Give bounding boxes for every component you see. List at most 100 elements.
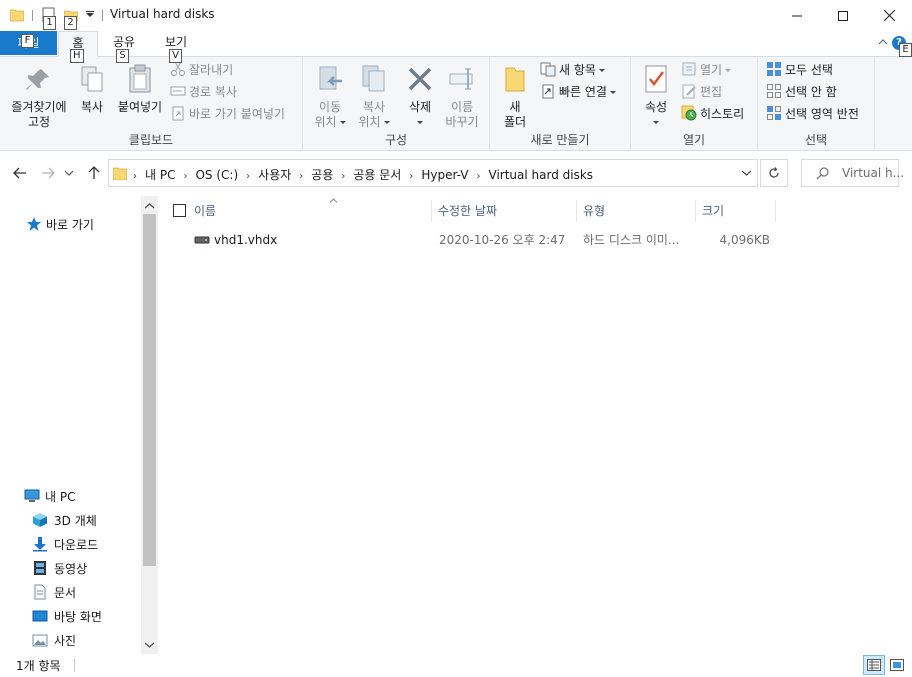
crumb-hyper-v[interactable]: Hyper-V	[421, 168, 468, 182]
delete-button[interactable]: 삭제	[403, 63, 437, 130]
select-group-label: 선택	[804, 133, 828, 147]
maximize-button[interactable]	[820, 0, 866, 31]
rename-button[interactable]: 이름 바꾸기	[441, 63, 483, 130]
column-header-modified[interactable]: 수정한 날짜	[432, 200, 577, 222]
scrollbar-thumb[interactable]	[143, 214, 156, 566]
nav-desktop-label: 바탕 화면	[54, 610, 102, 624]
close-button[interactable]	[866, 0, 912, 31]
open-button[interactable]: 열기	[681, 60, 732, 80]
chevron-up-icon[interactable]	[145, 203, 154, 209]
address-bar[interactable]: › 내 PC › OS (C:) › 사용자 › 공용 › 공용 문서 › Hyper-V › Virtu…	[108, 159, 758, 187]
keytip-file: F	[21, 34, 34, 48]
refresh-button[interactable]	[760, 159, 788, 187]
details-view-button[interactable]	[863, 655, 885, 675]
up-button[interactable]	[84, 163, 104, 183]
chevron-up-icon[interactable]	[878, 37, 888, 47]
ribbon: 즐겨찾기에 고정 복사 붙여넣기 잘라내기 경로 복사 바로 가기 붙여넣기 클…	[0, 56, 912, 151]
window-title: Virtual hard disks	[110, 7, 215, 21]
chevron-right-icon[interactable]: ›	[183, 171, 187, 182]
nav-quick-access[interactable]: 바로 가기	[26, 215, 94, 235]
pin-label-2: 고정	[27, 115, 51, 129]
status-bar: 1개 항목	[0, 654, 912, 677]
invert-selection-label: 선택 영역 반전	[785, 107, 859, 121]
copy-path-button[interactable]: 경로 복사	[170, 82, 237, 102]
nav-videos[interactable]: 동영상	[32, 559, 87, 579]
select-all-button[interactable]: 모두 선택	[766, 60, 833, 80]
column-modified-label: 수정한 날짜	[438, 204, 498, 218]
title-bar: 1 2 Virtual hard disks	[0, 0, 912, 31]
desktop-icon	[32, 610, 48, 622]
nav-pictures[interactable]: 사진	[32, 631, 76, 651]
crumb-public-documents[interactable]: 공용 문서	[353, 168, 401, 182]
crumb-drive-c[interactable]: OS (C:)	[195, 168, 238, 182]
sort-ascending-icon	[330, 198, 337, 203]
copy-button[interactable]: 복사	[76, 63, 108, 115]
column-header-name[interactable]: 이름	[188, 198, 432, 222]
file-name[interactable]: vhd1.vhdx	[214, 229, 424, 251]
large-icons-view-icon	[890, 659, 904, 671]
customize-quick-access-icon[interactable]	[86, 13, 94, 17]
pin-to-quick-access-button[interactable]: 즐겨찾기에 고정	[6, 63, 72, 130]
chevron-right-icon[interactable]: ›	[246, 171, 250, 182]
crumb-users[interactable]: 사용자	[258, 168, 291, 182]
nav-desktop[interactable]: 바탕 화면	[32, 607, 102, 627]
copy-to-button[interactable]: 복사 위치	[353, 63, 395, 130]
minimize-icon	[792, 15, 802, 16]
paste-button[interactable]: 붙여넣기	[114, 63, 166, 115]
keytip-share: S	[116, 49, 129, 63]
paste-shortcut-button[interactable]: 바로 가기 붙여넣기	[170, 104, 285, 124]
rename-icon	[449, 68, 473, 90]
chevron-right-icon[interactable]: ›	[299, 171, 303, 182]
invert-selection-button[interactable]: 선택 영역 반전	[766, 104, 859, 124]
edit-icon	[682, 84, 696, 99]
nav-3d-objects[interactable]: 3D 개체	[32, 511, 97, 531]
delete-label: 삭제	[408, 100, 432, 114]
copy-to-label-2: 위치	[358, 115, 381, 129]
new-item-icon	[540, 62, 556, 77]
recent-locations-button[interactable]	[62, 163, 76, 183]
navigation-scrollbar[interactable]	[141, 196, 158, 654]
crumb-virtual-hard-disks[interactable]: Virtual hard disks	[489, 168, 594, 182]
search-box[interactable]: Virtual h...	[801, 159, 904, 187]
minimize-button[interactable]	[774, 0, 820, 31]
new-group: 새 폴더 새 항목 빠른 연결 새로 만들기	[490, 57, 631, 151]
column-header-size[interactable]: 크기	[696, 200, 776, 222]
paste-shortcut-label: 바로 가기 붙여넣기	[189, 107, 285, 121]
new-item-button[interactable]: 새 항목	[540, 60, 605, 80]
tab-view-label: 보기	[164, 35, 188, 49]
forward-button[interactable]	[38, 163, 58, 183]
chevron-right-icon[interactable]: ›	[341, 171, 345, 182]
chevron-right-icon[interactable]: ›	[477, 171, 481, 182]
nav-this-pc[interactable]: 내 PC	[24, 487, 75, 507]
select-all-checkbox[interactable]	[173, 204, 186, 217]
organize-group: 이동 위치 복사 위치 삭제 이름 바꾸기 구성	[303, 57, 490, 151]
refresh-icon	[769, 167, 779, 178]
computer-icon	[24, 489, 40, 502]
file-row[interactable]: vhd1.vhdx 2020-10-26 오후 2:47 하드 디스크 이미..…	[158, 229, 912, 251]
properties-button[interactable]: 속성	[639, 63, 673, 130]
chevron-right-icon[interactable]: ›	[133, 171, 137, 182]
easy-access-button[interactable]: 빠른 연결	[540, 82, 616, 102]
crumb-this-pc[interactable]: 내 PC	[145, 168, 175, 182]
nav-documents[interactable]: 문서	[32, 583, 76, 603]
large-icons-view-button[interactable]	[886, 655, 908, 675]
column-header-type[interactable]: 유형	[577, 200, 696, 222]
search-input[interactable]: Virtual h...	[842, 166, 904, 180]
keytip-2: 2	[64, 16, 77, 30]
new-folder-button[interactable]: 새 폴더	[498, 63, 532, 130]
copy-path-label: 경로 복사	[189, 85, 237, 99]
chevron-right-icon[interactable]: ›	[409, 171, 413, 182]
move-to-button[interactable]: 이동 위치	[309, 63, 351, 130]
history-button[interactable]: 히스토리	[681, 104, 744, 124]
select-none-button[interactable]: 선택 안 함	[766, 82, 837, 102]
back-button[interactable]	[10, 163, 30, 183]
cut-button[interactable]: 잘라내기	[170, 60, 233, 80]
chevron-down-icon[interactable]	[742, 170, 751, 176]
chevron-down-icon[interactable]	[145, 642, 154, 648]
edit-button[interactable]: 편집	[681, 82, 722, 102]
nav-downloads[interactable]: 다운로드	[32, 535, 98, 555]
open-group: 속성 열기 편집 히스토리 열기	[631, 57, 758, 151]
crumb-public[interactable]: 공용	[311, 168, 333, 182]
scissors-icon	[171, 61, 185, 76]
film-icon	[34, 561, 46, 575]
